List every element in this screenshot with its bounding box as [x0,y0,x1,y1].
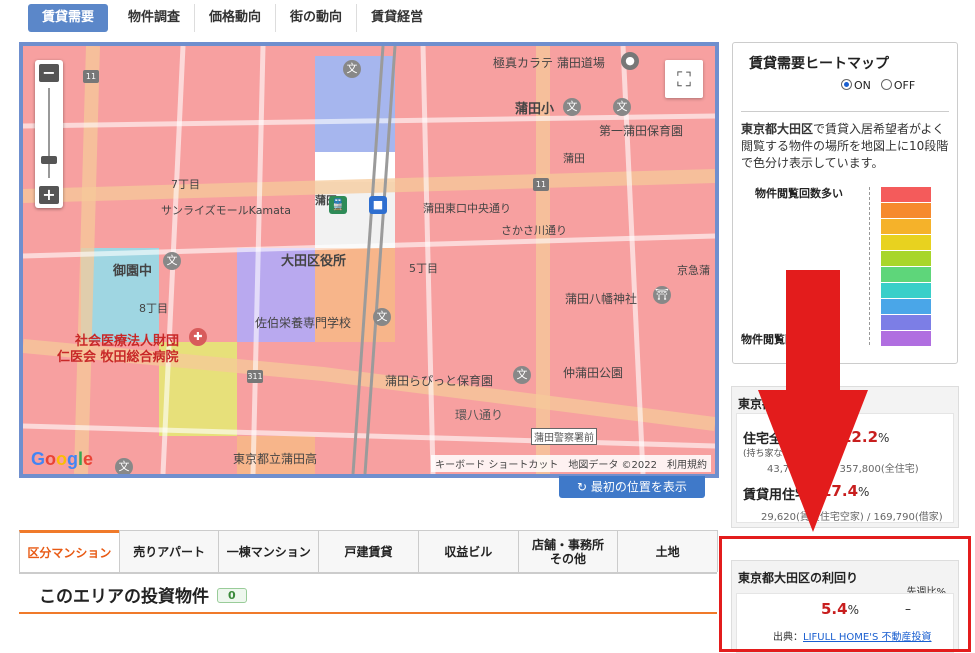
tab-whole-mansion[interactable]: 一棟マンション [218,530,320,572]
school-icon: 文 [343,60,361,78]
legend-swatch [881,251,931,266]
tab-rental-demand[interactable]: 賃貸需要 [28,4,109,32]
tab-town-trend[interactable]: 街の動向 [276,4,358,32]
tab-land[interactable]: 土地 [617,530,719,572]
section-title-text: このエリアの投資物件 [39,587,209,607]
train-station-icon: 🚆 [329,196,347,214]
school-icon: 文 [115,458,133,474]
heatmap-description: 東京都大田区で賃貸入居希望者がよく閲覧する物件の場所を地図上に10段階で色分け表… [741,121,953,172]
divider [741,111,949,112]
map-label: 極真カラテ 蒲田道場 [493,56,605,70]
legend-swatch [881,203,931,218]
heatmap-off-radio[interactable]: OFF [880,79,916,92]
route-shield: 311 [247,370,263,383]
tab-rental-management[interactable]: 賃貸経営 [357,4,437,32]
legend-axis [869,187,870,345]
school-icon: 文 [613,98,631,116]
keyboard-shortcuts-link[interactable]: キーボード ショートカット [435,456,558,471]
shrine-icon: ⛩ [653,286,671,304]
map-label: 大田区役所 [281,254,347,269]
map-canvas[interactable]: 極真カラテ 蒲田道場 蒲田小 第一蒲田保育園 蒲田 7丁目 サンライズモールKa… [23,46,715,474]
map-label: 蒲田東口中央通り [423,202,511,215]
map-label: 環八通り [455,408,504,422]
legend-swatch [881,299,931,314]
tab-detached-rental[interactable]: 戸建賃貸 [318,530,419,572]
school-icon: 文 [513,366,531,384]
tab-income-building[interactable]: 収益ビル [417,530,519,572]
map-label: サンライズモールKamata [161,204,291,217]
legend-swatch [881,315,931,330]
tab-apartment-building[interactable]: 売りアパート [118,530,220,572]
terms-link[interactable]: 利用規約 [667,456,707,471]
map-attribution: キーボード ショートカット 地図データ ©2022 利用規約 [431,455,711,472]
map-label: 8丁目 [139,302,168,315]
pct-unit: % [878,431,890,445]
map-label: 蒲田らぴっと保育園 [385,374,494,388]
section-title: このエリアの投資物件 0 [39,582,247,607]
top-tab-bar: 賃貸需要 物件調査 価格動向 街の動向 賃貸経営 [28,4,437,32]
legend-swatch [881,235,931,250]
property-type-tabs: 区分マンション 売りアパート 一棟マンション 戸建賃貸 収益ビル 店舗・事務所 … [19,530,719,572]
map-label: さかさ川通り [501,224,567,237]
zoom-out-button[interactable]: − [39,64,59,82]
map-label: 仁医会 牧田総合病院 [57,350,179,365]
legend-swatch [881,331,931,346]
zoom-slider-track[interactable] [48,88,50,178]
map-label: 蒲田小 [515,102,555,117]
legend-swatch [881,219,931,234]
heatmap-map[interactable]: 極真カラテ 蒲田道場 蒲田小 第一蒲田保育園 蒲田 7丁目 サンライズモールKa… [19,42,719,478]
heatmap-description-area: 東京都大田区 [741,122,814,136]
legend-swatch [881,283,931,298]
zoom-in-button[interactable]: + [39,186,59,204]
divider [19,612,717,614]
zoom-slider-thumb[interactable] [41,156,57,164]
heatmap-off-label: OFF [893,79,916,92]
heatmap-on-label: ON [854,79,871,92]
tab-price-trend[interactable]: 価格動向 [195,4,277,32]
heatmap-on-radio[interactable]: ON [841,79,871,92]
map-label: 仲蒲田公園 [563,366,624,380]
reset-position-button[interactable]: ↻ 最初の位置を表示 [559,476,705,498]
map-label: 第一蒲田保育園 [599,124,684,138]
tab-property-survey[interactable]: 物件調査 [114,4,196,32]
zoom-control: − + [35,60,63,208]
map-label: 東京都立蒲田高 [233,452,318,466]
legend-swatch [881,187,931,202]
hospital-icon: ✚ [189,328,207,346]
school-icon: 文 [373,308,391,326]
result-count-badge: 0 [217,588,247,603]
google-logo: Google [31,449,94,469]
route-shield: 11 [533,178,549,191]
map-label: 7丁目 [171,178,200,191]
map-data-credit: 地図データ ©2022 [568,460,657,471]
bus-stop-icon: ■ [369,196,387,214]
map-label: 5丁目 [409,262,438,275]
fullscreen-icon[interactable]: ⛶ [665,60,703,98]
heatmap-toggle: ON OFF [841,79,915,92]
investment-section: このエリアの投資物件 0 [19,574,717,652]
school-icon: 文 [163,252,181,270]
red-arrow-annotation [758,270,868,532]
route-shield: 11 [83,70,99,83]
map-label: 蒲田 [563,152,585,165]
map-label: 京急蒲 [677,264,710,277]
highlight-frame [719,536,971,652]
heatmap-title: 賃貸需要ヒートマップ [749,56,889,72]
map-label: 蒲田八幡神社 [565,292,638,306]
refresh-icon: ↻ [577,480,591,494]
tab-condo-unit[interactable]: 区分マンション [19,530,120,572]
legend-swatch [881,267,931,282]
reset-position-label: 最初の位置を表示 [590,480,687,494]
map-label: 御園中 [113,264,153,279]
school-icon: 文 [563,98,581,116]
legend-high-label: 物件閲覧回数多い [755,187,843,200]
location-pin-icon: ● [621,52,639,70]
tab-store-office[interactable]: 店舗・事務所 その他 [517,530,619,572]
map-label: 蒲田警察署前 [531,428,597,445]
map-label: 佐伯栄養専門学校 [255,316,352,330]
